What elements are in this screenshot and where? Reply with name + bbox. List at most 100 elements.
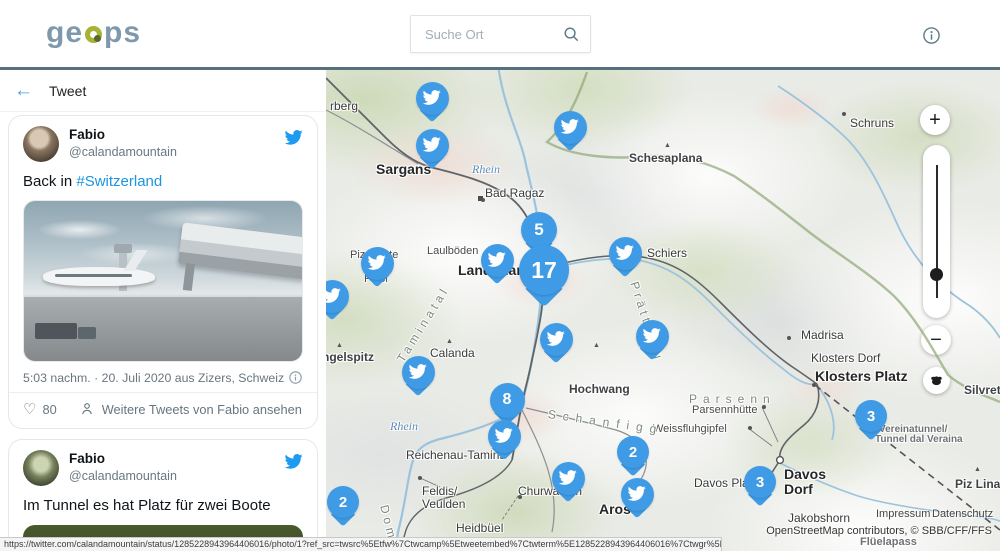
author-block: Fabio @calandamountain	[69, 450, 284, 484]
map-attribution: OpenStreetMap contributors, © SBB/CFF/FF…	[766, 525, 992, 537]
place-dot	[787, 336, 791, 340]
tweet-marker[interactable]	[609, 237, 642, 270]
search-input[interactable]	[423, 26, 562, 43]
place-dot	[812, 383, 816, 387]
map-label: Heidbüel	[456, 521, 503, 535]
pin-body	[361, 247, 394, 280]
tweet-marker[interactable]	[416, 129, 449, 162]
zoom-slider[interactable]	[923, 145, 950, 318]
cluster-marker[interactable]: 2	[327, 486, 359, 518]
map[interactable]: + − Impressum Datenschutz OpenStreetMap …	[326, 70, 1000, 551]
like-heart-icon[interactable]: ♡	[23, 400, 36, 418]
impressum-link[interactable]: Impressum	[876, 508, 930, 520]
logo-o-ring-icon	[85, 26, 102, 43]
twitter-bird-icon	[422, 135, 441, 154]
cluster-marker[interactable]: 3	[855, 400, 887, 432]
author-handle[interactable]: @calandamountain	[69, 144, 284, 160]
tweet-marker[interactable]	[636, 320, 669, 353]
pin-body	[416, 129, 449, 162]
cluster-marker[interactable]: 17	[519, 245, 569, 295]
geops-logo[interactable]: geps	[46, 18, 141, 48]
road-sargans	[326, 110, 418, 164]
map-label: Hochwang	[569, 382, 630, 396]
cluster-marker[interactable]: 5	[521, 212, 557, 248]
map-label: Klosters Dorf	[811, 351, 880, 365]
cluster-marker[interactable]: 3	[744, 466, 776, 498]
station-davos	[777, 457, 784, 464]
map-label: Tunnel dal Veraina	[875, 434, 963, 445]
tweet-marker[interactable]	[621, 478, 654, 511]
tweet-marker[interactable]	[552, 462, 585, 495]
place-dot	[418, 476, 422, 480]
twitter-bird-icon	[487, 250, 506, 269]
author-name[interactable]: Fabio	[69, 127, 284, 144]
twitter-bird-icon	[560, 117, 579, 136]
app-info-button[interactable]	[921, 25, 941, 45]
map-label: Schruns	[850, 116, 894, 130]
peak-triangle-icon: ▲	[446, 338, 453, 345]
twitter-bird-icon[interactable]	[284, 452, 303, 471]
tweet-info-icon[interactable]	[288, 370, 303, 385]
pin-body	[540, 323, 573, 356]
map-label: Dorf	[784, 481, 813, 497]
logo-text-ge: ge	[46, 18, 83, 48]
app-header: geps	[0, 0, 1000, 70]
tweet-marker[interactable]	[402, 356, 435, 389]
pin-body	[552, 462, 585, 495]
pin-body	[488, 420, 521, 453]
cluster-marker[interactable]: 8	[490, 383, 525, 418]
map-label: rberg	[330, 99, 358, 113]
author-block: Fabio @calandamountain	[69, 126, 284, 160]
tweet-marker[interactable]	[554, 111, 587, 144]
pin-body	[416, 82, 449, 115]
map-label: Bad Ragaz	[485, 186, 544, 200]
tweet-marker[interactable]	[488, 420, 521, 453]
avatar[interactable]	[23, 450, 59, 486]
tweet-marker[interactable]	[481, 244, 514, 277]
hashtag-link[interactable]: #Switzerland	[76, 173, 162, 190]
cluster-marker[interactable]: 2	[617, 436, 649, 468]
datenschutz-link[interactable]: Datenschutz	[932, 508, 993, 520]
map-label: Parsennhütte	[692, 404, 757, 416]
author-name[interactable]: Fabio	[69, 451, 284, 468]
tweet-marker[interactable]	[361, 247, 394, 280]
avatar[interactable]	[23, 126, 59, 162]
map-label: Weissfluhgipfel	[653, 423, 727, 435]
pin-body	[621, 478, 654, 511]
twitter-bird-icon	[367, 253, 386, 272]
map-label: Feldis/	[422, 484, 457, 498]
twitter-bird-icon[interactable]	[284, 128, 303, 147]
tweet-photo[interactable]	[23, 200, 303, 362]
map-label: Rhein	[472, 162, 500, 177]
place-dot	[481, 198, 485, 202]
tweet-marker[interactable]	[540, 323, 573, 356]
search-button[interactable]	[562, 25, 580, 43]
twitter-bird-icon	[494, 426, 513, 445]
tweet-timestamp[interactable]: 5:03 nachm. · 20. Juli 2020 aus Zizers, …	[23, 371, 284, 385]
leader-weissfluhgipfel	[748, 428, 772, 446]
pin-body	[609, 237, 642, 270]
pin-body	[636, 320, 669, 353]
twitter-bird-icon	[408, 362, 427, 381]
place-dot	[762, 405, 766, 409]
map-label: Klosters Platz	[815, 368, 908, 384]
peak-triangle-icon: ▲	[664, 142, 671, 149]
twitter-bird-icon	[546, 329, 565, 348]
more-tweets-link[interactable]: Weitere Tweets von Fabio ansehen	[102, 402, 302, 417]
peak-triangle-icon: ▲	[593, 342, 600, 349]
cluster-count: 3	[744, 466, 776, 498]
map-label: Silvretta	[964, 383, 1000, 397]
twitter-bird-icon	[615, 243, 634, 262]
zoom-slider-thumb[interactable]	[930, 268, 943, 281]
cluster-count: 2	[327, 486, 359, 518]
sidebar-header: ← Tweet	[0, 70, 326, 112]
back-button[interactable]: ←	[12, 81, 39, 100]
tweet-text: Back in #Switzerland	[23, 172, 303, 192]
author-handle[interactable]: @calandamountain	[69, 468, 284, 484]
tweet-sidebar: ← Tweet Fabio @calandamountain Back in #…	[0, 70, 326, 551]
tweet-marker[interactable]	[416, 82, 449, 115]
twitter-bird-icon	[627, 484, 646, 503]
tweet-marker[interactable]	[326, 280, 349, 313]
map-label: Davos	[784, 466, 826, 482]
map-label: Madrisa	[801, 328, 844, 342]
